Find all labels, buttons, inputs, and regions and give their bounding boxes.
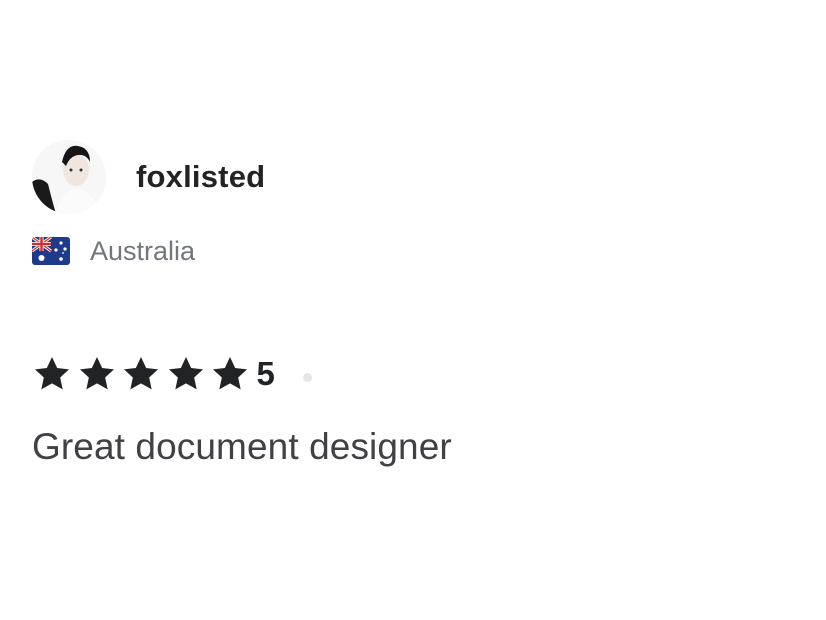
australia-flag-icon	[32, 237, 70, 265]
rating: 5	[32, 354, 772, 394]
star-icon	[210, 354, 250, 394]
review-card: foxlisted Australia 5 Great document des…	[32, 140, 772, 468]
country-name: Australia	[90, 235, 196, 266]
reviewer-country: Australia	[32, 236, 772, 266]
star-icon	[32, 354, 72, 394]
reviewer-header: foxlisted	[32, 140, 772, 214]
separator-dot	[302, 372, 312, 382]
star-icon	[121, 354, 161, 394]
star-icon	[77, 354, 117, 394]
avatar[interactable]	[32, 140, 106, 214]
rating-value: 5	[256, 355, 275, 392]
star-rating	[32, 354, 255, 394]
star-icon	[166, 354, 206, 394]
review-text: Great document designer	[32, 426, 452, 467]
reviewer-username[interactable]: foxlisted	[136, 159, 265, 195]
